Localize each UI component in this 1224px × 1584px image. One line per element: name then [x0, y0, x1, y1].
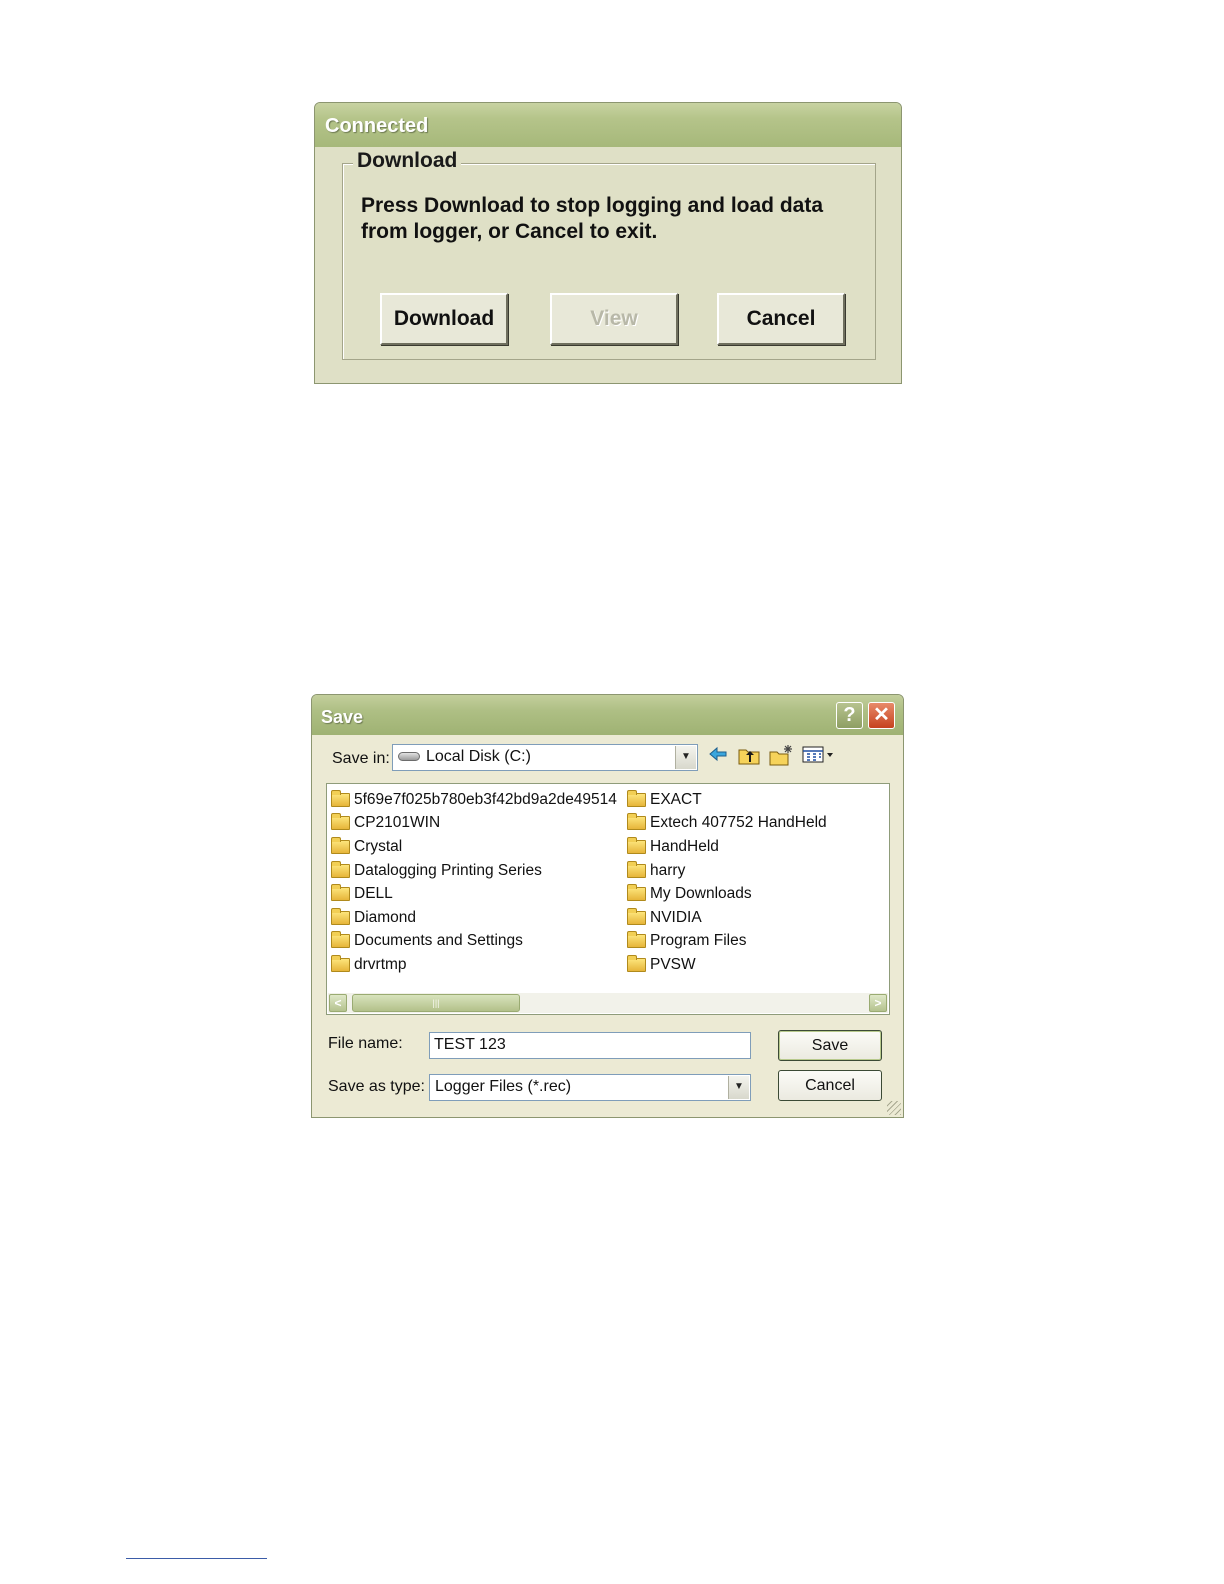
drive-icon	[398, 752, 420, 762]
folder-name: DELL	[354, 885, 393, 903]
file-name-input[interactable]: TEST 123	[429, 1032, 751, 1059]
save-in-value: Local Disk (C:)	[398, 748, 531, 766]
folder-name: My Downloads	[650, 885, 752, 903]
folder-name: HandHeld	[650, 837, 719, 855]
list-item[interactable]: harry	[625, 859, 827, 883]
folder-name: harry	[650, 861, 686, 879]
footnote-divider	[126, 1558, 267, 1559]
folder-name: NVIDIA	[650, 908, 702, 926]
folder-icon	[331, 789, 350, 807]
save-type-dropdown[interactable]: Logger Files (*.rec) ▼	[429, 1074, 751, 1101]
folder-icon	[331, 813, 350, 831]
list-item[interactable]: Documents and Settings	[329, 930, 617, 954]
folder-icon	[627, 860, 646, 878]
title-bar[interactable]: Connected	[315, 103, 901, 147]
chevron-down-icon[interactable]: ▼	[675, 746, 696, 769]
view-button: View	[550, 293, 678, 345]
list-item[interactable]: 5f69e7f025b780eb3f42bd9a2de49514	[329, 788, 617, 812]
new-folder-icon[interactable]	[768, 744, 794, 768]
cancel-button[interactable]: Cancel	[717, 293, 845, 345]
cancel-button[interactable]: Cancel	[778, 1070, 882, 1101]
folder-icon	[331, 931, 350, 949]
folder-name: Program Files	[650, 932, 747, 950]
folder-name: CP2101WIN	[354, 814, 441, 832]
horizontal-scrollbar[interactable]: < ||| >	[328, 993, 888, 1013]
folder-column-1: 5f69e7f025b780eb3f42bd9a2de49514 CP2101W…	[329, 788, 617, 977]
save-type-value: Logger Files (*.rec)	[435, 1078, 572, 1095]
folder-name: Crystal	[354, 837, 403, 855]
list-item[interactable]: Extech 407752 HandHeld	[625, 812, 827, 836]
folder-icon	[331, 884, 350, 902]
dialog-title: Connected	[325, 115, 429, 137]
list-item[interactable]: My Downloads	[625, 882, 827, 906]
list-item[interactable]: HandHeld	[625, 835, 827, 859]
folder-icon	[331, 907, 350, 925]
connected-dialog: Connected Download Press Download to sto…	[314, 102, 902, 384]
folder-icon	[627, 813, 646, 831]
list-item[interactable]: DELL	[329, 882, 617, 906]
download-button[interactable]: Download	[380, 293, 508, 345]
save-type-label: Save as type:	[328, 1078, 425, 1095]
instruction-message: Press Download to stop logging and load …	[361, 194, 824, 243]
list-item[interactable]: CP2101WIN	[329, 812, 617, 836]
scroll-right-icon[interactable]: >	[869, 994, 887, 1012]
list-item[interactable]: NVIDIA	[625, 906, 827, 930]
folder-icon	[627, 907, 646, 925]
file-name-label: File name:	[328, 1035, 403, 1052]
scroll-left-icon[interactable]: <	[329, 994, 347, 1012]
back-icon[interactable]	[705, 744, 731, 768]
save-in-text: Local Disk (C:)	[426, 748, 531, 765]
save-in-dropdown[interactable]: Local Disk (C:) ▼	[392, 744, 698, 771]
title-bar[interactable]: Save ? ✕	[312, 695, 903, 735]
folder-icon	[627, 954, 646, 972]
folder-name: Documents and Settings	[354, 932, 523, 950]
list-item[interactable]: Datalogging Printing Series	[329, 859, 617, 883]
folder-name: Datalogging Printing Series	[354, 861, 542, 879]
save-button[interactable]: Save	[778, 1030, 882, 1061]
chevron-down-icon[interactable]: ▼	[728, 1076, 749, 1099]
folder-icon	[331, 836, 350, 854]
save-dialog: Save ? ✕ Save in: Local Disk (C:) ▼ 5f69…	[311, 694, 904, 1118]
folder-name: Diamond	[354, 908, 417, 926]
folder-icon	[331, 860, 350, 878]
folder-icon	[627, 789, 646, 807]
folder-name: 5f69e7f025b780eb3f42bd9a2de49514	[354, 790, 617, 808]
list-item[interactable]: Crystal	[329, 835, 617, 859]
close-icon[interactable]: ✕	[868, 702, 895, 729]
folder-name: Extech 407752 HandHeld	[650, 814, 827, 832]
file-list[interactable]: 5f69e7f025b780eb3f42bd9a2de49514 CP2101W…	[326, 783, 890, 1015]
up-folder-icon[interactable]	[736, 744, 762, 768]
groupbox-label: Download	[353, 149, 462, 173]
folder-icon	[627, 884, 646, 902]
resize-grip-icon[interactable]	[887, 1101, 901, 1115]
help-icon[interactable]: ?	[836, 702, 863, 729]
list-item[interactable]: EXACT	[625, 788, 827, 812]
folder-name: PVSW	[650, 955, 696, 973]
folder-icon	[627, 931, 646, 949]
save-in-label: Save in:	[332, 750, 390, 767]
folder-name: EXACT	[650, 790, 702, 808]
folder-name: drvrtmp	[354, 955, 407, 973]
view-menu-icon[interactable]	[802, 744, 836, 768]
folder-icon	[331, 954, 350, 972]
dialog-title: Save	[321, 707, 364, 727]
scrollbar-thumb[interactable]: |||	[352, 994, 520, 1012]
folder-column-2: EXACT Extech 407752 HandHeld HandHeld ha…	[625, 788, 827, 977]
list-item[interactable]: drvrtmp	[329, 953, 617, 977]
list-item[interactable]: Program Files	[625, 930, 827, 954]
list-item[interactable]: PVSW	[625, 953, 827, 977]
folder-icon	[627, 836, 646, 854]
list-item[interactable]: Diamond	[329, 906, 617, 930]
